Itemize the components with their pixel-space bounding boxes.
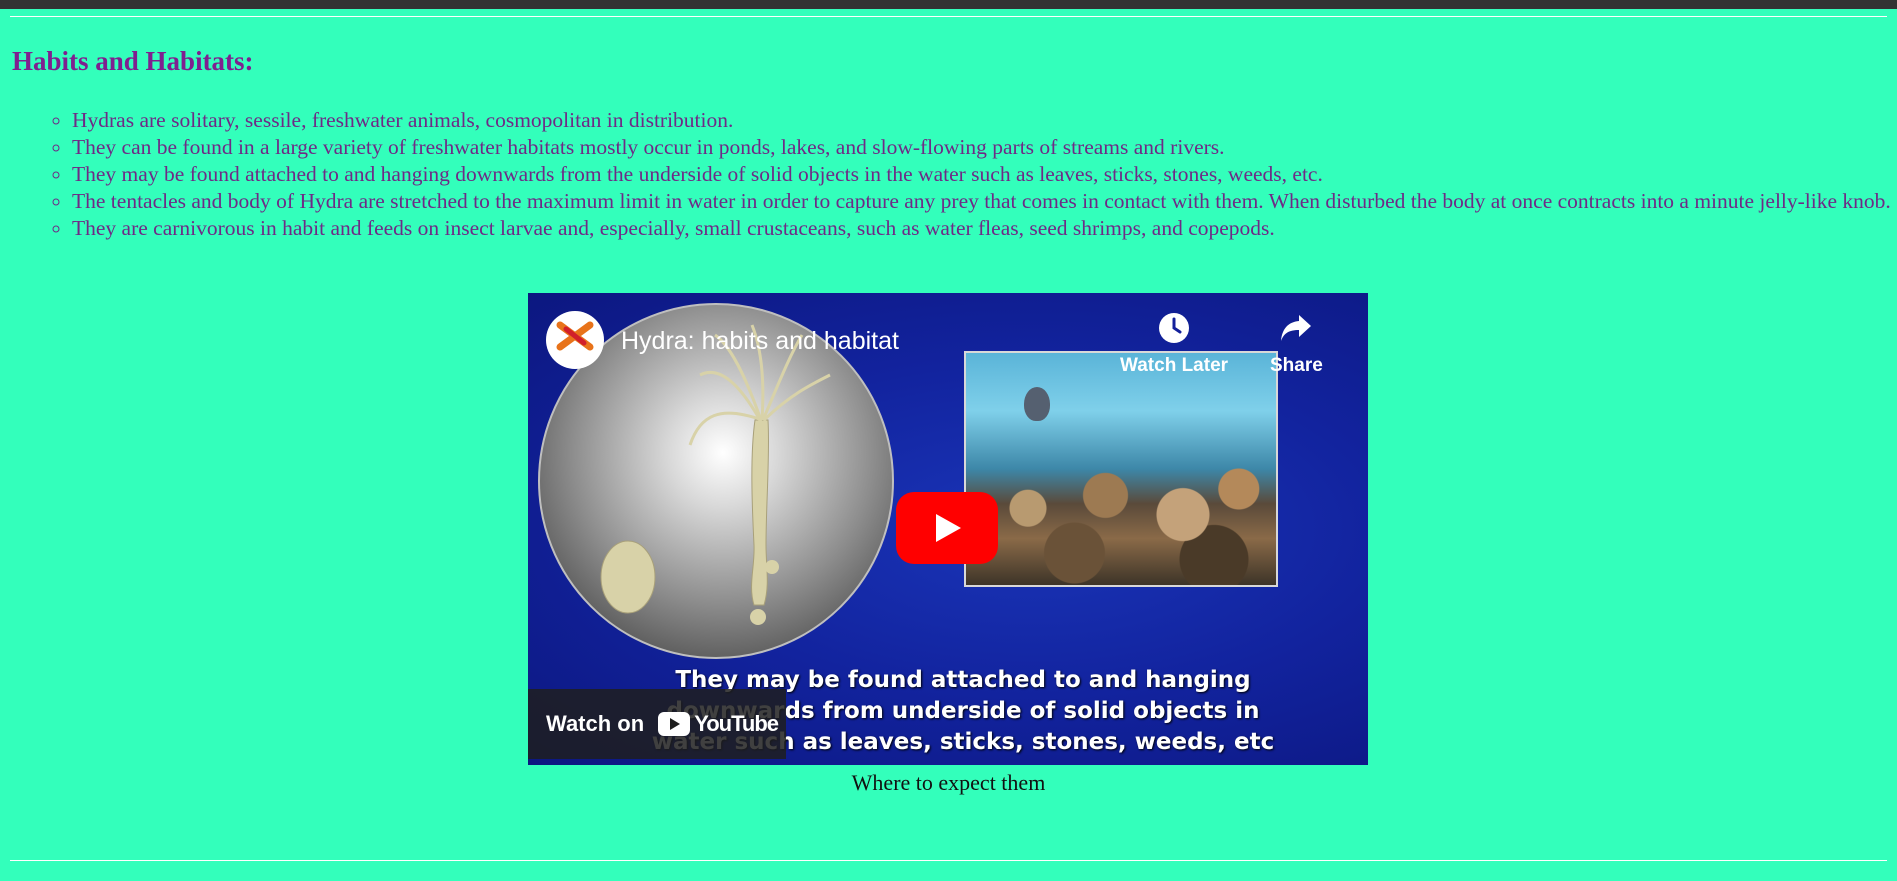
- clock-icon: [1157, 311, 1191, 345]
- youtube-play-icon: [658, 712, 691, 736]
- watch-later-button[interactable]: Watch Later: [1120, 311, 1228, 377]
- watch-on-youtube-button[interactable]: Watch on YouTube: [528, 689, 786, 759]
- video-caption: Where to expect them: [851, 770, 1046, 795]
- watch-later-label: Watch Later: [1120, 355, 1229, 376]
- list-item: They are carnivorous in habit and feeds …: [72, 215, 1897, 242]
- list-item: They can be found in a large variety of …: [72, 134, 1897, 161]
- channel-avatar[interactable]: [546, 311, 604, 369]
- list-item: They may be found attached to and hangin…: [72, 161, 1897, 188]
- play-icon: [936, 514, 961, 542]
- list-item: Hydras are solitary, sessile, freshwater…: [72, 107, 1897, 134]
- top-divider: [10, 16, 1887, 17]
- play-button[interactable]: [896, 492, 998, 564]
- video-title[interactable]: Hydra: habits and habitat: [621, 327, 899, 356]
- youtube-embed[interactable]: Hydra: habits and habitat Watch Later Sh…: [528, 293, 1368, 765]
- watch-on-label: Watch on: [546, 711, 645, 736]
- fish-shape: [1024, 387, 1050, 421]
- share-label: Share: [1270, 355, 1323, 376]
- channel-logo-icon: [547, 312, 603, 368]
- habits-list: Hydras are solitary, sessile, freshwater…: [42, 107, 1897, 242]
- youtube-wordmark: YouTube: [694, 711, 779, 736]
- top-strip: [0, 0, 1897, 9]
- share-button[interactable]: Share: [1270, 311, 1323, 377]
- list-item: The tentacles and body of Hydra are stre…: [72, 188, 1897, 215]
- section-heading: Habits and Habitats:: [12, 46, 254, 76]
- bottom-divider: [10, 860, 1887, 861]
- underwater-photo: [964, 351, 1278, 587]
- youtube-logo: YouTube: [658, 711, 779, 737]
- share-arrow-icon: [1279, 311, 1313, 345]
- reef-shape: [966, 457, 1276, 585]
